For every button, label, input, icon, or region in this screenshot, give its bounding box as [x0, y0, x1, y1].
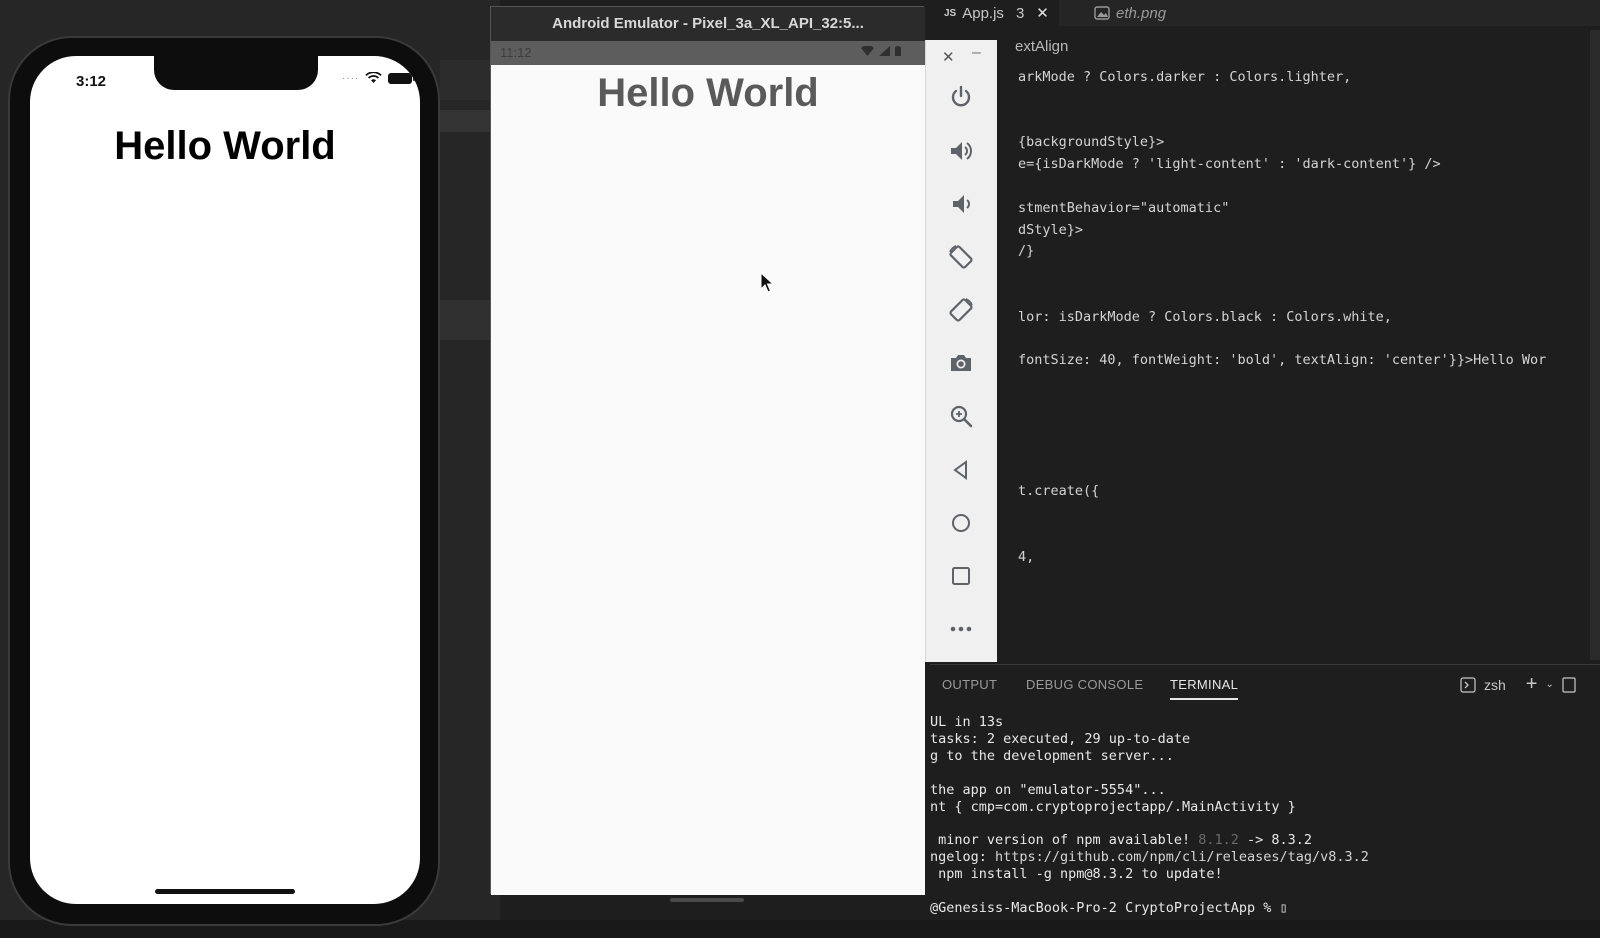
terminal-icon — [1460, 676, 1476, 693]
terminal-line: UL in 13s — [930, 714, 1004, 730]
editor-scrollbar[interactable] — [1590, 30, 1600, 660]
tab-app-js[interactable]: JS App.js 3 ✕ — [930, 0, 1059, 26]
screenshot-button[interactable] — [946, 348, 976, 378]
shell-name[interactable]: zsh — [1484, 677, 1506, 693]
power-icon — [951, 85, 971, 107]
volume-down-button[interactable] — [946, 189, 976, 219]
ios-simulator-device: 3:12 ···· Hello World — [8, 36, 440, 926]
signal-icon — [879, 46, 890, 56]
zoom-button[interactable] — [946, 401, 976, 431]
zoom-icon — [950, 405, 973, 428]
code-line: t.create({ — [1018, 483, 1100, 500]
terminal-line: the app on "emulator-5554"... — [930, 781, 1166, 798]
mouse-cursor-icon — [760, 272, 774, 293]
desktop: JS App.js 3 ✕ eth.png extAlign arkMode ?… — [0, 0, 1600, 938]
home-indicator[interactable] — [155, 889, 295, 894]
ios-status-time: 3:12 — [76, 73, 107, 90]
close-icon[interactable]: ✕ — [1036, 4, 1049, 22]
terminal-line: tasks: 2 executed, 29 up-to-date — [930, 730, 1191, 747]
signal-icon: ···· — [342, 72, 360, 84]
ios-status-icons: ···· — [342, 72, 416, 84]
tab-label: App.js — [962, 4, 1004, 22]
home-button[interactable] — [946, 508, 976, 538]
minimize-icon[interactable]: – — [972, 44, 981, 62]
wifi-icon — [861, 46, 874, 56]
old-version-text: 8.1.2 — [1198, 832, 1239, 849]
android-status-icons — [861, 46, 901, 56]
volume-up-button[interactable] — [946, 136, 976, 166]
tab-output[interactable]: OUTPUT — [942, 677, 997, 692]
terminal-line: nt { cmp=com.cryptoprojectapp/.MainActiv… — [930, 798, 1296, 815]
android-gesture-bar[interactable] — [670, 898, 744, 902]
rotate-right-icon — [949, 298, 973, 322]
code-line: lor: isDarkMode ? Colors.black : Colors.… — [1018, 308, 1392, 325]
chevron-down-icon[interactable]: ⌄ — [1545, 679, 1553, 690]
overview-button[interactable] — [946, 561, 976, 591]
terminal-line: ngelog: https://github.com/npm/cli/relea… — [930, 849, 1369, 866]
hello-world-text: Hello World — [597, 71, 819, 115]
code-line: {backgroundStyle}> — [1018, 134, 1165, 151]
rotate-left-button[interactable] — [946, 242, 976, 272]
terminal-actions: zsh + ⌄ — [1460, 673, 1576, 696]
close-icon[interactable]: ✕ — [942, 48, 955, 66]
terminal-line: @Genesiss-MacBook-Pro-2 CryptoProjectApp… — [930, 899, 1288, 916]
code-line: fontSize: 40, fontWeight: 'bold', textAl… — [1018, 352, 1547, 369]
battery-icon — [895, 46, 901, 56]
code-line: /} — [1018, 243, 1035, 260]
tab-terminal[interactable]: TERMINAL — [1170, 677, 1239, 700]
terminal-line: minor version of npm available! 8.1.2 ->… — [930, 832, 1313, 849]
hello-world-text: Hello World — [114, 124, 336, 168]
breadcrumb[interactable]: extAlign — [1015, 38, 1068, 55]
back-button[interactable] — [946, 455, 976, 485]
code-line: e={isDarkMode ? 'light-content' : 'dark-… — [1018, 156, 1441, 173]
emulator-toolbar: ✕ – — [925, 40, 997, 662]
terminal-line: npm install -g npm@8.3.2 to update! — [930, 866, 1223, 883]
back-icon — [953, 460, 967, 480]
add-terminal-icon[interactable]: + — [1526, 673, 1538, 696]
tab-eth-png[interactable]: eth.png — [1080, 0, 1166, 26]
tab-label: eth.png — [1116, 4, 1167, 22]
toolbar-window-controls: ✕ – — [926, 44, 998, 66]
power-button[interactable] — [946, 82, 976, 112]
terminal-line: g to the development server... — [930, 747, 1174, 764]
changelog-link[interactable]: https://github.com/npm/cli/releases/tag/… — [995, 849, 1369, 865]
android-screen[interactable]: Hello World — [491, 65, 925, 895]
panel-tab-bar: OUTPUT DEBUG CONSOLE TERMINAL zsh + ⌄ — [930, 665, 1600, 709]
wifi-icon — [365, 72, 382, 83]
android-status-bar: 11:12 — [491, 41, 925, 65]
code-line: stmentBehavior="automatic" — [1018, 199, 1230, 216]
overview-icon — [952, 567, 970, 585]
android-status-time: 11:12 — [500, 45, 532, 60]
more-button[interactable] — [946, 614, 976, 644]
image-file-icon — [1094, 6, 1110, 20]
editor-tab-bar: JS App.js 3 ✕ eth.png — [930, 0, 1600, 26]
android-emulator-window: Android Emulator - Pixel_3a_XL_API_32:5.… — [490, 6, 925, 895]
volume-down-icon — [953, 195, 970, 213]
ios-screen[interactable]: 3:12 ···· Hello World — [30, 56, 420, 904]
code-line: arkMode ? Colors.darker : Colors.lighter… — [1018, 69, 1352, 85]
code-line: 4, — [1018, 548, 1035, 565]
js-file-icon: JS — [944, 7, 957, 19]
tab-debug-console[interactable]: DEBUG CONSOLE — [1026, 677, 1143, 692]
camera-icon — [951, 355, 971, 371]
volume-up-icon — [951, 142, 972, 160]
rotate-right-button[interactable] — [946, 295, 976, 325]
home-icon — [952, 514, 970, 532]
more-icon — [950, 626, 972, 632]
problem-count: 3 — [1015, 4, 1025, 22]
split-terminal-icon[interactable] — [1562, 676, 1576, 693]
rotate-left-icon — [949, 245, 973, 269]
battery-icon — [388, 72, 416, 84]
bottom-panel: OUTPUT DEBUG CONSOLE TERMINAL zsh + ⌄ UL… — [930, 664, 1600, 938]
emulator-title-bar[interactable]: Android Emulator - Pixel_3a_XL_API_32:5.… — [491, 7, 925, 41]
notch — [154, 56, 318, 90]
code-line: dStyle}> — [1018, 221, 1084, 238]
